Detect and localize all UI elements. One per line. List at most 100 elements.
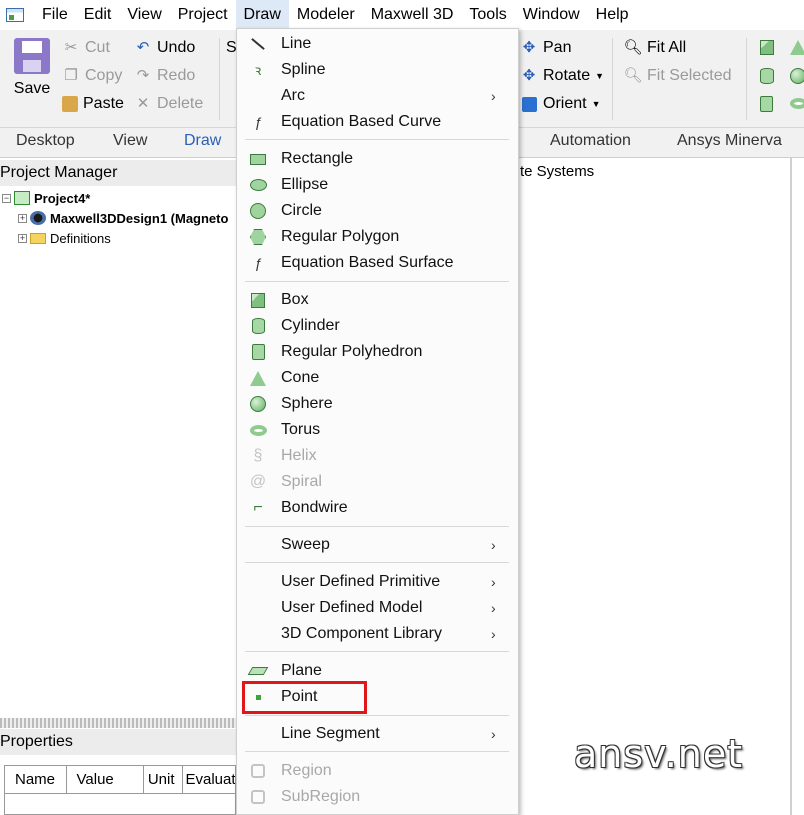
undo-button[interactable]: ↶ Undo xyxy=(134,36,196,60)
equation-curve-icon: ƒ xyxy=(254,114,262,130)
menu-separator xyxy=(245,562,509,563)
delete-button[interactable]: ✕ Delete xyxy=(134,92,204,116)
tree-node-project[interactable]: − Project4* xyxy=(2,188,90,208)
magnifier-icon: 🔍︎ xyxy=(623,67,643,84)
menu-view[interactable]: View xyxy=(119,0,169,30)
menu-file[interactable]: File xyxy=(34,0,76,30)
menu-item-helix[interactable]: § Helix xyxy=(237,443,518,469)
line-icon xyxy=(249,35,267,53)
box-primitive-icon[interactable] xyxy=(760,40,774,55)
orient-button[interactable]: Orient ▼ xyxy=(520,92,601,116)
menu-separator xyxy=(245,751,509,752)
pan-button[interactable]: ✥ Pan xyxy=(520,36,572,60)
tree-node-definitions[interactable]: + Definitions xyxy=(18,228,111,248)
menu-item-spiral[interactable]: @ Spiral xyxy=(237,469,518,495)
save-button[interactable]: Save xyxy=(8,36,56,122)
menu-item-user-defined-model[interactable]: User Defined Model › xyxy=(237,595,518,621)
menu-project[interactable]: Project xyxy=(170,0,236,30)
menu-draw[interactable]: Draw xyxy=(235,0,289,30)
tree-node-design[interactable]: + Maxwell3DDesign1 (Magneto xyxy=(18,208,228,228)
subregion-icon xyxy=(249,788,267,806)
panel-splitter[interactable] xyxy=(0,718,236,728)
tab-ansys-minerva[interactable]: Ansys Minerva xyxy=(677,128,782,158)
column-header-evaluated[interactable]: Evaluat xyxy=(183,766,236,793)
menu-window[interactable]: Window xyxy=(515,0,588,30)
menu-separator xyxy=(245,715,509,716)
menu-item-regular-polyhedron[interactable]: Regular Polyhedron xyxy=(237,339,518,365)
torus-primitive-icon[interactable] xyxy=(790,98,804,109)
equation-surface-icon: ƒ xyxy=(254,255,262,271)
menu-item-region[interactable]: Region xyxy=(237,758,518,784)
menu-item-sweep[interactable]: Sweep › xyxy=(237,532,518,558)
menu-item-cone[interactable]: Cone xyxy=(237,365,518,391)
menu-item-line[interactable]: Line xyxy=(237,31,518,57)
submenu-arrow-icon: › xyxy=(491,626,496,642)
menu-item-spline[interactable]: ꝛ Spline xyxy=(237,57,518,83)
menu-separator xyxy=(245,526,509,527)
coordinate-systems-label: te Systems xyxy=(520,163,595,180)
collapse-icon[interactable]: − xyxy=(2,193,11,203)
sphere-icon xyxy=(249,395,267,413)
fit-selected-button[interactable]: 🔍︎ Fit Selected xyxy=(623,64,731,88)
undo-arrow-icon: ↶ xyxy=(136,39,150,56)
properties-header-row: Name Value Unit Evaluat xyxy=(5,766,235,794)
properties-title: Properties xyxy=(0,729,236,755)
cone-primitive-icon[interactable] xyxy=(790,40,804,55)
menu-item-cylinder[interactable]: Cylinder xyxy=(237,313,518,339)
circle-icon xyxy=(249,202,267,220)
box-icon xyxy=(249,291,267,309)
menu-help[interactable]: Help xyxy=(588,0,637,30)
column-header-name[interactable]: Name xyxy=(5,766,67,793)
app-icon xyxy=(6,8,24,22)
polyhedron-primitive-icon[interactable] xyxy=(760,96,773,112)
menu-item-equation-based-curve[interactable]: ƒ Equation Based Curve xyxy=(237,109,518,135)
tab-view[interactable]: View xyxy=(113,128,147,158)
menu-tools[interactable]: Tools xyxy=(461,0,514,30)
expand-icon[interactable]: + xyxy=(18,233,27,243)
menu-maxwell-3d[interactable]: Maxwell 3D xyxy=(363,0,462,30)
redo-arrow-icon: ↷ xyxy=(136,67,150,84)
menu-item-circle[interactable]: Circle xyxy=(237,198,518,224)
maxwell-design-icon xyxy=(30,211,46,225)
watermark: ansv.net xyxy=(574,732,744,776)
submenu-arrow-icon: › xyxy=(491,537,496,553)
menu-item-equation-based-surface[interactable]: ƒ Equation Based Surface xyxy=(237,250,518,276)
cone-icon xyxy=(249,369,267,387)
menu-item-bondwire[interactable]: ⌐ Bondwire xyxy=(237,495,518,521)
sphere-primitive-icon[interactable] xyxy=(790,68,804,84)
tab-automation[interactable]: Automation xyxy=(550,128,631,158)
menu-item-rectangle[interactable]: Rectangle xyxy=(237,146,518,172)
menu-edit[interactable]: Edit xyxy=(76,0,120,30)
cylinder-icon xyxy=(249,317,267,335)
column-header-unit[interactable]: Unit xyxy=(144,766,183,793)
tab-draw[interactable]: Draw xyxy=(184,128,221,158)
cylinder-primitive-icon[interactable] xyxy=(760,68,774,84)
cut-button[interactable]: ✂ Cut xyxy=(62,36,110,60)
fit-all-button[interactable]: 🔍︎ Fit All xyxy=(623,36,686,60)
copy-button[interactable]: ❐ Copy xyxy=(62,64,122,88)
tab-desktop[interactable]: Desktop xyxy=(16,128,75,158)
menu-item-torus[interactable]: Torus xyxy=(237,417,518,443)
helix-icon: § xyxy=(253,447,263,464)
menu-item-regular-polygon[interactable]: Regular Polygon xyxy=(237,224,518,250)
ribbon-separator xyxy=(219,38,220,120)
menu-item-user-defined-primitive[interactable]: User Defined Primitive › xyxy=(237,569,518,595)
column-header-value[interactable]: Value xyxy=(67,766,144,793)
menu-item-box[interactable]: Box xyxy=(237,287,518,313)
dropdown-caret-icon: ▼ xyxy=(591,99,601,109)
ellipse-icon xyxy=(249,176,267,194)
menu-item-line-segment[interactable]: Line Segment › xyxy=(237,721,518,747)
menu-modeler[interactable]: Modeler xyxy=(289,0,363,30)
menu-item-subregion[interactable]: SubRegion xyxy=(237,784,518,810)
menu-item-ellipse[interactable]: Ellipse xyxy=(237,172,518,198)
rotate-button[interactable]: ✥ Rotate ▼ xyxy=(520,64,604,88)
redo-button[interactable]: ↷ Redo xyxy=(134,64,196,88)
torus-icon xyxy=(249,421,267,439)
menu-item-3d-component-library[interactable]: 3D Component Library › xyxy=(237,621,518,647)
menu-item-sphere[interactable]: Sphere xyxy=(237,391,518,417)
dropdown-caret-icon: ▼ xyxy=(595,71,605,81)
menu-item-arc[interactable]: Arc › xyxy=(237,83,518,109)
expand-icon[interactable]: + xyxy=(18,213,27,223)
paste-button[interactable]: Paste xyxy=(62,92,124,116)
submenu-arrow-icon: › xyxy=(491,600,496,616)
